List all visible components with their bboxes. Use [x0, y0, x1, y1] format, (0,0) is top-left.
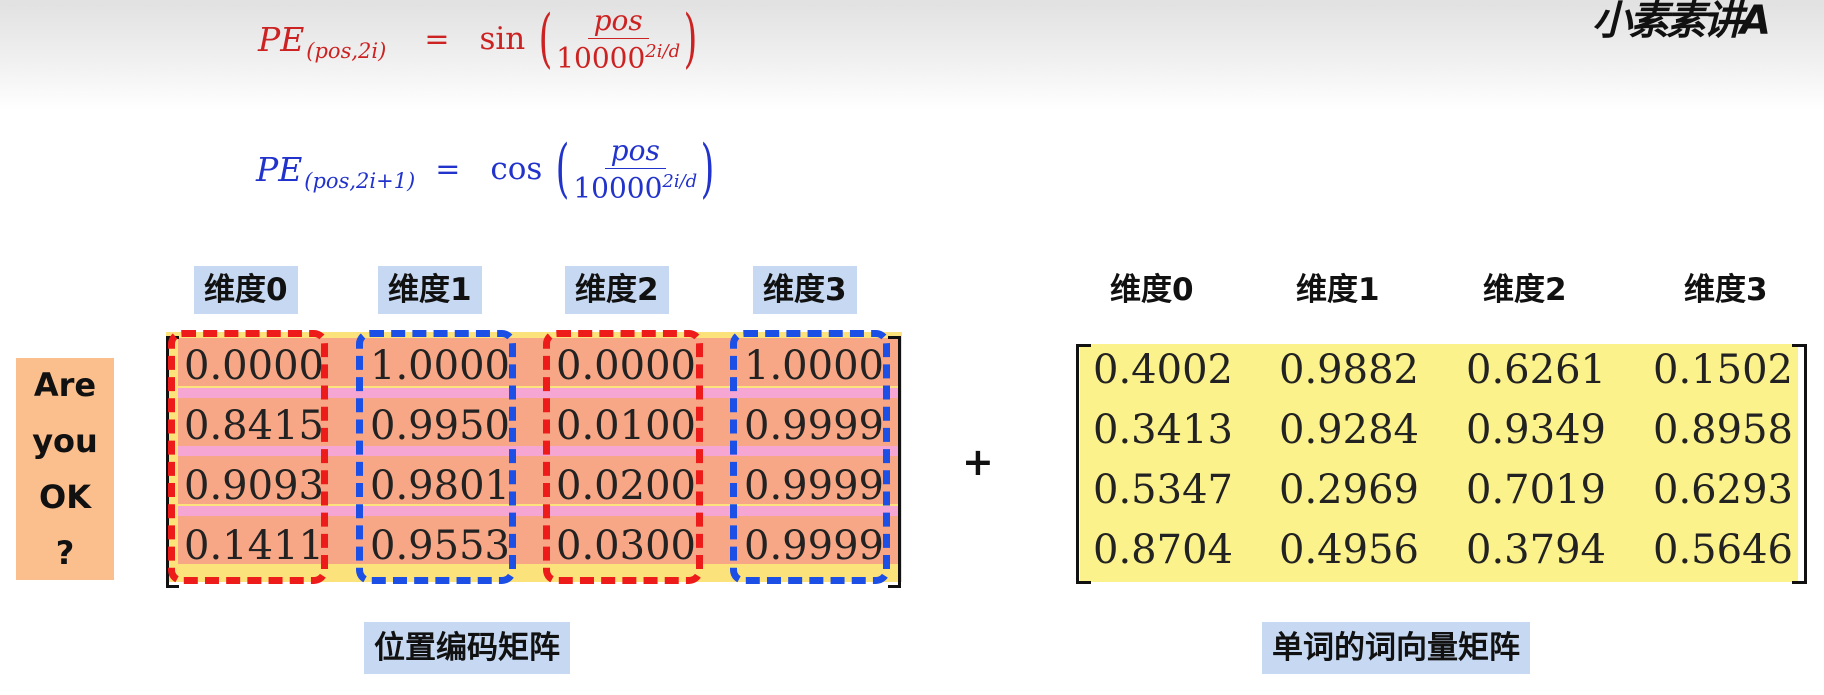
- formula-sin-paren-close: ): [683, 2, 698, 77]
- formula-sin-denominator-base: 10000: [556, 41, 646, 75]
- side-note-box: Are you OK ?: [16, 358, 114, 580]
- wv-column-1: 0.9882 0.9284 0.2969 0.4956: [1264, 340, 1434, 580]
- pe-column-outline-0: [168, 330, 328, 584]
- formula-sin-subscript: (pos,2i): [306, 39, 387, 64]
- wv-cell: 0.9284: [1279, 407, 1419, 453]
- pe-dimension-label-2: 维度2: [565, 266, 669, 314]
- side-note-line: you: [32, 422, 98, 460]
- formula-cos: PE (pos,2i+1) = cos ( pos 100002i/d ): [256, 134, 720, 204]
- formula-sin-equals: =: [424, 21, 450, 57]
- wv-column-3: 0.1502 0.8958 0.6293 0.5646: [1638, 340, 1808, 580]
- wv-cell: 0.8704: [1093, 527, 1233, 573]
- wv-cell: 0.9349: [1466, 407, 1606, 453]
- formula-sin-numerator: pos: [587, 4, 649, 39]
- pe-dimension-label-3: 维度3: [753, 266, 857, 314]
- wv-cell: 0.6293: [1653, 467, 1793, 513]
- pe-dimension-label-0: 维度0: [194, 266, 298, 314]
- wv-column-0: 0.4002 0.3413 0.5347 0.8704: [1078, 340, 1248, 580]
- pe-matrix-caption: 位置编码矩阵: [364, 622, 570, 674]
- side-note-line: ?: [55, 534, 75, 572]
- wv-cell: 0.7019: [1466, 467, 1606, 513]
- side-note-line: OK: [39, 478, 91, 516]
- formula-cos-fraction: pos 100002i/d: [573, 134, 697, 204]
- formula-cos-subscript: (pos,2i+1): [304, 169, 416, 194]
- pe-dimension-label-1: 维度1: [378, 266, 482, 314]
- wv-cell: 0.6261: [1466, 347, 1606, 393]
- wv-cell: 0.9882: [1279, 347, 1419, 393]
- pe-column-outline-1: [356, 330, 516, 584]
- wv-dimension-label-3: 维度3: [1684, 272, 1768, 308]
- wv-dimension-label-1: 维度1: [1296, 272, 1380, 308]
- wv-cell: 0.1502: [1653, 347, 1793, 393]
- formula-cos-denominator-exp: 2i/d: [662, 171, 698, 192]
- formula-sin: PE (pos,2i) = sin ( pos 100002i/d ): [258, 4, 703, 74]
- wv-cell: 0.8958: [1653, 407, 1793, 453]
- wv-matrix-caption: 单词的词向量矩阵: [1262, 622, 1530, 674]
- pe-column-outline-2: [543, 330, 703, 584]
- side-note-line: Are: [33, 366, 97, 404]
- wv-dimension-label-0: 维度0: [1110, 272, 1194, 308]
- wv-column-2: 0.6261 0.9349 0.7019 0.3794: [1451, 340, 1621, 580]
- formula-cos-pe: PE: [256, 149, 303, 189]
- formula-sin-denominator: 100002i/d: [556, 39, 680, 74]
- plus-operator: +: [962, 440, 994, 484]
- wv-cell: 0.3413: [1093, 407, 1233, 453]
- pe-column-outline-3: [730, 330, 890, 584]
- wv-cell: 0.4956: [1279, 527, 1419, 573]
- formula-cos-equals: =: [435, 151, 461, 187]
- wv-cell: 0.2969: [1279, 467, 1419, 513]
- formula-sin-fraction: pos 100002i/d: [556, 4, 680, 74]
- formula-sin-paren-open: (: [538, 2, 553, 77]
- formula-sin-func: sin: [479, 21, 526, 58]
- formula-sin-denominator-exp: 2i/d: [645, 41, 681, 62]
- wv-cell: 0.3794: [1466, 527, 1606, 573]
- formula-cos-denominator-base: 10000: [573, 171, 663, 205]
- formula-cos-numerator: pos: [604, 134, 666, 169]
- formula-cos-func: cos: [490, 151, 543, 188]
- wv-dimension-label-2: 维度2: [1483, 272, 1567, 308]
- formula-sin-pe: PE: [258, 19, 305, 59]
- watermark-logo: 小素素讲A: [1592, 0, 1771, 38]
- wv-cell: 0.5347: [1093, 467, 1233, 513]
- formula-cos-paren-close: ): [700, 132, 715, 207]
- formula-cos-paren-open: (: [555, 132, 570, 207]
- wv-cell: 0.4002: [1093, 347, 1233, 393]
- formula-cos-denominator: 100002i/d: [573, 169, 697, 204]
- wv-cell: 0.5646: [1653, 527, 1793, 573]
